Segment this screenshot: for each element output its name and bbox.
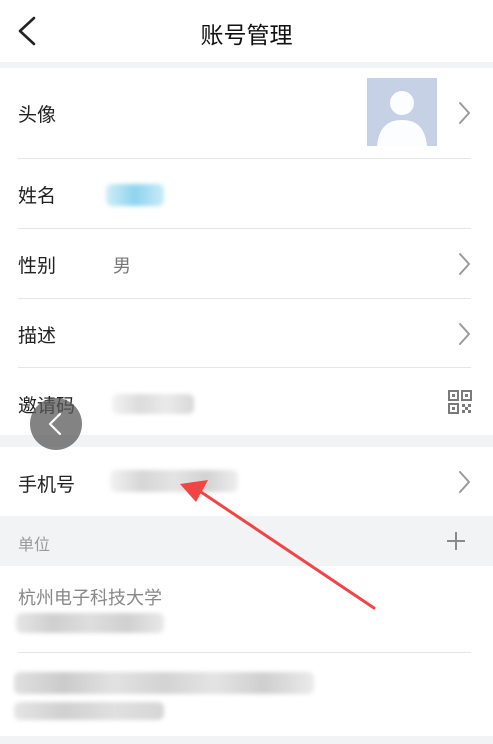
blurred-unit-detail: [16, 613, 164, 633]
chevron-right-icon: [459, 471, 470, 493]
blurred-unit-detail-2: [14, 702, 164, 720]
row-label: 头像: [18, 104, 57, 126]
row-name[interactable]: 姓名: [0, 159, 493, 228]
list-item[interactable]: 杭州电子科技大学: [0, 566, 493, 652]
chevron-right-icon: [459, 102, 470, 124]
section-label: 单位: [18, 535, 51, 554]
gender-value: 男: [113, 256, 131, 277]
chevron-right-icon: [459, 323, 470, 345]
blurred-name: [106, 184, 164, 206]
row-phone[interactable]: 手机号: [0, 447, 493, 516]
top-nav-bar: 账号管理: [0, 0, 493, 62]
row-label: 手机号: [18, 474, 76, 496]
row-label: 描述: [18, 325, 57, 347]
row-description[interactable]: 描述: [0, 299, 493, 368]
chevron-left-icon: [48, 412, 62, 436]
row-label: 性别: [18, 255, 57, 277]
blurred-phone: [110, 470, 238, 492]
chevron-right-icon: [459, 253, 470, 275]
list-item[interactable]: [0, 653, 493, 736]
row-label: 姓名: [18, 185, 57, 207]
page-title: 账号管理: [200, 23, 293, 49]
row-gender[interactable]: 性别 男: [0, 229, 493, 298]
user-silhouette-icon: [377, 91, 427, 146]
plus-icon[interactable]: [445, 530, 467, 552]
qr-code-icon[interactable]: [448, 390, 472, 414]
bottom-bar: [0, 736, 493, 744]
blurred-unit-name-2: [14, 672, 314, 694]
avatar[interactable]: [367, 78, 437, 146]
blurred-invite-code: [112, 394, 194, 414]
unit-section-header: 单位: [0, 516, 493, 566]
unit-name: 杭州电子科技大学: [18, 588, 162, 609]
floating-back-button[interactable]: [30, 398, 82, 450]
